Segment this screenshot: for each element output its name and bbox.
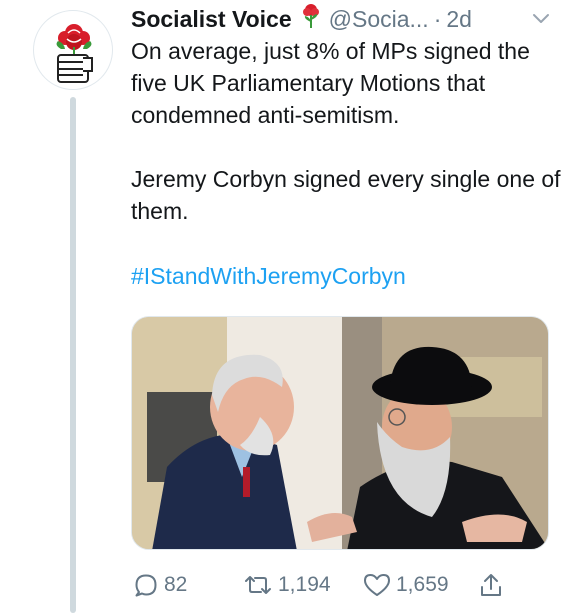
timestamp[interactable]: 2d — [446, 6, 472, 33]
chevron-down-icon[interactable] — [532, 12, 550, 26]
tweet-paragraph-1: On average, just 8% of MPs signed the fi… — [131, 38, 530, 128]
reply-icon — [135, 574, 157, 597]
like-count: 1,659 — [396, 573, 449, 596]
tweet-paragraph-2: Jeremy Corbyn signed every single one of… — [131, 166, 561, 224]
heart-icon — [364, 574, 390, 596]
tweet-photo[interactable] — [131, 316, 549, 550]
rose-icon — [299, 2, 323, 36]
reply-button[interactable]: 82 — [133, 568, 187, 602]
fist-and-rose-logo-icon — [56, 24, 93, 83]
display-name[interactable]: Socialist Voice — [131, 6, 292, 33]
handle[interactable]: @Socia... — [329, 6, 429, 33]
thread-line — [70, 97, 76, 613]
hashtag-link[interactable]: #IStandWithJeremyCorbyn — [131, 260, 406, 292]
photo-illustration — [132, 317, 548, 549]
retweet-button[interactable]: 1,194 — [243, 568, 331, 602]
retweet-icon — [245, 576, 271, 594]
avatar[interactable] — [33, 10, 113, 90]
tweet-header: Socialist Voice @Socia... · 2d — [131, 4, 472, 34]
share-icon — [481, 574, 501, 596]
like-button[interactable]: 1,659 — [363, 568, 449, 602]
separator-dot: · — [433, 5, 442, 32]
share-button[interactable] — [478, 568, 509, 602]
retweet-count: 1,194 — [278, 573, 331, 596]
tweet-text: On average, just 8% of MPs signed the fi… — [131, 35, 561, 227]
action-bar: 82 1,194 1,659 — [131, 568, 549, 602]
reply-count: 82 — [164, 573, 188, 596]
